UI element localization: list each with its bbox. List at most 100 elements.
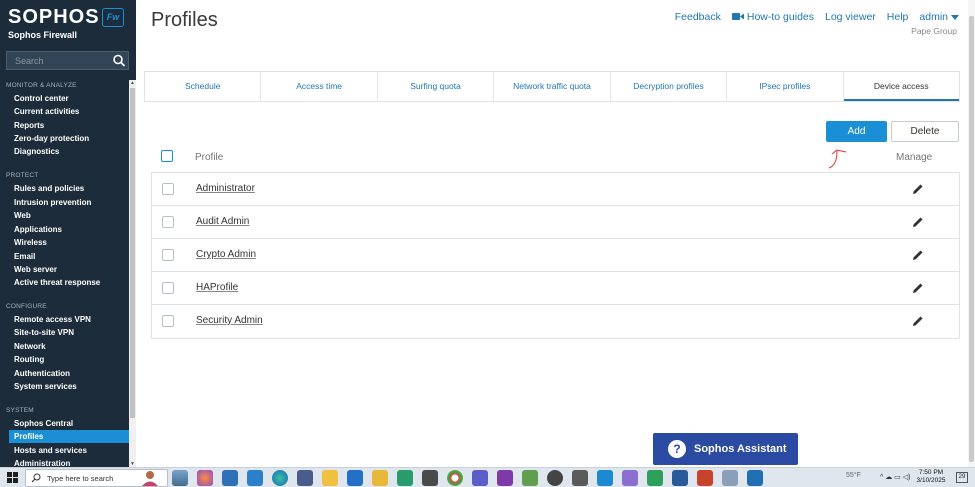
sidebar-item-authentication[interactable]: Authentication xyxy=(14,369,70,378)
row-checkbox[interactable] xyxy=(162,282,174,294)
firewall-logo: Fw xyxy=(102,8,124,27)
main-scroll-thumb[interactable] xyxy=(969,16,974,462)
weather-widget[interactable]: 55°F xyxy=(846,472,861,479)
sidebar-scroll-thumb[interactable] xyxy=(130,88,135,418)
sidebar-item-current-activities[interactable]: Current activities xyxy=(14,107,79,116)
vscode-icon[interactable] xyxy=(347,470,363,486)
log-viewer-link[interactable]: Log viewer xyxy=(825,11,876,23)
question-icon: ? xyxy=(668,440,686,458)
sidebar-item-active-threat-response[interactable]: Active threat response xyxy=(14,278,100,287)
sail-app-icon[interactable] xyxy=(747,470,763,486)
sidebar-item-web[interactable]: Web xyxy=(14,211,31,220)
sticky-notes-icon[interactable] xyxy=(372,470,388,486)
terminal-icon[interactable] xyxy=(397,470,413,486)
person-avatar-icon xyxy=(142,471,158,486)
tab-ipsec-profiles[interactable]: IPsec profiles xyxy=(727,72,844,101)
main-scrollbar[interactable] xyxy=(968,0,975,467)
tab-access-time[interactable]: Access time xyxy=(261,72,378,101)
row-checkbox[interactable] xyxy=(162,315,174,327)
profile-link[interactable]: Security Admin xyxy=(196,315,263,326)
sidebar-item-system-services[interactable]: System services xyxy=(14,382,77,391)
profile-link[interactable]: HAProfile xyxy=(196,282,238,293)
sidebar-item-wireless[interactable]: Wireless xyxy=(14,238,47,247)
sidebar-item-diagnostics[interactable]: Diagnostics xyxy=(14,147,59,156)
table-row: Security Admin xyxy=(152,305,959,338)
cube-app-icon[interactable] xyxy=(297,470,313,486)
edit-pencil-icon[interactable] xyxy=(912,183,924,195)
row-checkbox[interactable] xyxy=(162,216,174,228)
obs-icon[interactable] xyxy=(547,470,563,486)
task-view-icon[interactable] xyxy=(172,470,188,486)
search-icon xyxy=(31,473,41,483)
sidebar-item-hosts-and-services[interactable]: Hosts and services xyxy=(14,446,87,455)
settings-gear-icon[interactable] xyxy=(572,470,588,486)
mail-icon[interactable] xyxy=(247,470,263,486)
system-tray[interactable]: ^ ☁ ▭ ◁) xyxy=(880,473,910,481)
tab-bar: Schedule Access time Surfing quota Netwo… xyxy=(144,71,960,102)
admin-menu[interactable]: admin xyxy=(919,11,959,23)
scroll-up-icon[interactable]: ▲ xyxy=(130,80,135,86)
help-link[interactable]: Help xyxy=(887,11,909,23)
sidebar-item-profiles[interactable]: Profiles xyxy=(9,430,129,443)
sidebar-item-sophos-central[interactable]: Sophos Central xyxy=(14,419,73,428)
chrome-icon[interactable] xyxy=(447,470,463,486)
sidebar-item-administration[interactable]: Administration xyxy=(14,459,70,467)
sidebar-item-zero-day-protection[interactable]: Zero-day protection xyxy=(14,134,89,143)
tab-decryption-profiles[interactable]: Decryption profiles xyxy=(611,72,728,101)
sidebar-item-rules-and-policies[interactable]: Rules and policies xyxy=(14,184,84,193)
profile-link[interactable]: Audit Admin xyxy=(196,216,249,227)
sidebar-item-remote-access-vpn[interactable]: Remote access VPN xyxy=(14,315,91,324)
nav-section-system: SYSTEM xyxy=(6,407,34,414)
sidebar-item-web-server[interactable]: Web server xyxy=(14,265,57,274)
edit-pencil-icon[interactable] xyxy=(912,216,924,228)
edge-browser-icon[interactable] xyxy=(272,470,288,486)
store-icon[interactable] xyxy=(222,470,238,486)
tab-schedule[interactable]: Schedule xyxy=(145,72,262,101)
edit-pencil-icon[interactable] xyxy=(912,249,924,261)
file-explorer-icon[interactable] xyxy=(322,470,338,486)
select-all-checkbox[interactable] xyxy=(161,150,173,162)
tab-device-access[interactable]: Device access xyxy=(843,72,959,101)
sidebar-item-email[interactable]: Email xyxy=(14,252,35,261)
edit-pencil-icon[interactable] xyxy=(912,315,924,327)
search-input[interactable] xyxy=(7,52,111,69)
snip-tool-icon[interactable] xyxy=(622,470,638,486)
tab-surfing-quota[interactable]: Surfing quota xyxy=(378,72,495,101)
row-checkbox[interactable] xyxy=(162,249,174,261)
search-icon[interactable] xyxy=(110,52,128,69)
clock[interactable]: 7:50 PM 3/10/2025 xyxy=(912,469,950,485)
sidebar-item-network[interactable]: Network xyxy=(14,342,46,351)
table-row: Crypto Admin xyxy=(152,239,959,272)
windows-start-icon[interactable] xyxy=(7,472,18,483)
sidebar-item-site-to-site-vpn[interactable]: Site-to-site VPN xyxy=(14,328,74,337)
howto-link[interactable]: How-to guides xyxy=(731,11,814,23)
defender-icon[interactable] xyxy=(672,470,688,486)
powerpoint-icon[interactable] xyxy=(697,470,713,486)
tab-network-traffic-quota[interactable]: Network traffic quota xyxy=(494,72,611,101)
notepad-icon[interactable] xyxy=(722,470,738,486)
notification-badge[interactable]: 29 xyxy=(956,472,968,483)
sidebar-item-control-center[interactable]: Control center xyxy=(14,94,69,103)
onenote-icon[interactable] xyxy=(497,470,513,486)
delete-button[interactable]: Delete xyxy=(891,121,959,142)
sidebar-item-intrusion-prevention[interactable]: Intrusion prevention xyxy=(14,198,91,207)
sidebar-scrollbar[interactable]: ▲ ▼ xyxy=(129,80,136,467)
outlook-icon[interactable] xyxy=(597,470,613,486)
edit-pencil-icon[interactable] xyxy=(912,282,924,294)
widgets-icon[interactable] xyxy=(197,470,213,486)
sophos-assistant-button[interactable]: ? Sophos Assistant xyxy=(653,433,798,465)
sidebar-item-applications[interactable]: Applications xyxy=(14,225,62,234)
calculator-icon[interactable] xyxy=(422,470,438,486)
sidebar-item-routing[interactable]: Routing xyxy=(14,355,44,364)
add-button[interactable]: Add xyxy=(826,121,887,142)
puzzle-app-icon[interactable] xyxy=(522,470,538,486)
search-box[interactable] xyxy=(6,51,129,70)
sidebar-item-reports[interactable]: Reports xyxy=(14,121,44,130)
feedback-link[interactable]: Feedback xyxy=(675,11,721,23)
profile-link[interactable]: Administrator xyxy=(196,183,255,194)
profile-link[interactable]: Crypto Admin xyxy=(196,249,256,260)
teams-icon[interactable] xyxy=(472,470,488,486)
photos-icon[interactable] xyxy=(647,470,663,486)
row-checkbox[interactable] xyxy=(162,183,174,195)
table-row: Audit Admin xyxy=(152,206,959,239)
